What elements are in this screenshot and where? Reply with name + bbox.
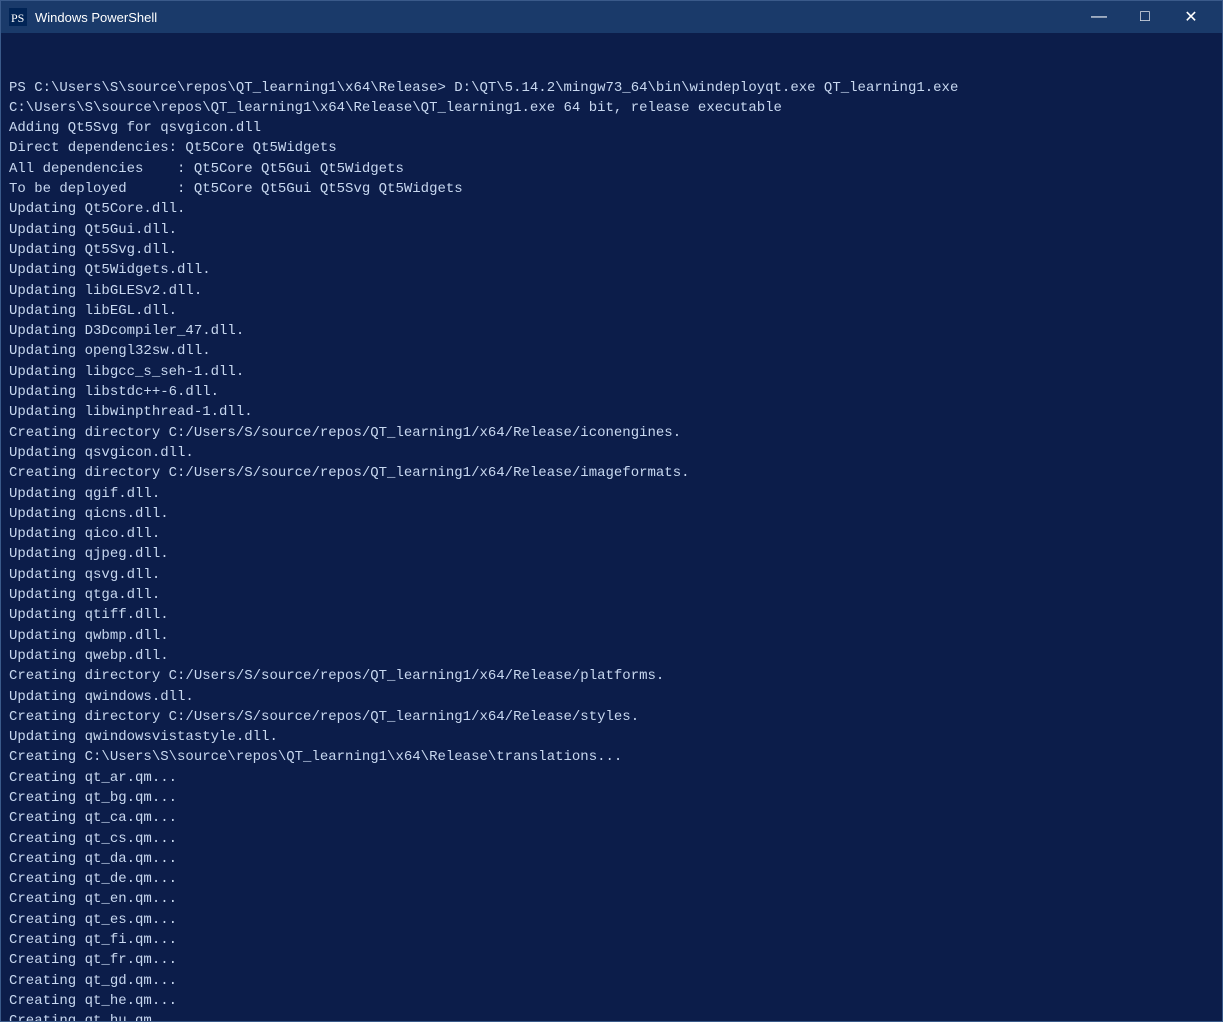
terminal-line: Creating directory C:/Users/S/source/rep… [9, 423, 1214, 443]
svg-text:PS: PS [11, 11, 24, 25]
terminal-line: Updating qsvg.dll. [9, 565, 1214, 585]
terminal-line: Creating qt_fr.qm... [9, 950, 1214, 970]
terminal-line: Creating qt_cs.qm... [9, 829, 1214, 849]
terminal-line: C:\Users\S\source\repos\QT_learning1\x64… [9, 98, 1214, 118]
terminal-line: Creating directory C:/Users/S/source/rep… [9, 463, 1214, 483]
window-controls: — □ ✕ [1076, 1, 1214, 33]
terminal-line: PS C:\Users\S\source\repos\QT_learning1\… [9, 78, 1214, 98]
close-button[interactable]: ✕ [1168, 1, 1214, 33]
terminal-line: Creating qt_ca.qm... [9, 808, 1214, 828]
terminal-line: Creating qt_ar.qm... [9, 768, 1214, 788]
terminal-line: Creating qt_bg.qm... [9, 788, 1214, 808]
powershell-window: PS Windows PowerShell — □ ✕ PS C:\Users\… [0, 0, 1223, 1022]
terminal-line: Updating libgcc_s_seh-1.dll. [9, 362, 1214, 382]
terminal-line: Updating qsvgicon.dll. [9, 443, 1214, 463]
terminal-line: Creating directory C:/Users/S/source/rep… [9, 666, 1214, 686]
terminal-line: Updating qtiff.dll. [9, 605, 1214, 625]
terminal-output[interactable]: PS C:\Users\S\source\repos\QT_learning1\… [1, 33, 1222, 1021]
terminal-line: Updating libstdc++-6.dll. [9, 382, 1214, 402]
terminal-line: Creating directory C:/Users/S/source/rep… [9, 707, 1214, 727]
terminal-line: Creating qt_he.qm... [9, 991, 1214, 1011]
terminal-line: Updating Qt5Core.dll. [9, 199, 1214, 219]
powershell-icon: PS [9, 8, 27, 26]
terminal-line: Updating qwindows.dll. [9, 687, 1214, 707]
terminal-line: Creating qt_es.qm... [9, 910, 1214, 930]
terminal-line: Direct dependencies: Qt5Core Qt5Widgets [9, 138, 1214, 158]
terminal-line: Updating qico.dll. [9, 524, 1214, 544]
terminal-line: Creating qt_gd.qm... [9, 971, 1214, 991]
terminal-line: Updating qjpeg.dll. [9, 544, 1214, 564]
terminal-line: Updating Qt5Svg.dll. [9, 240, 1214, 260]
terminal-line: Creating C:\Users\S\source\repos\QT_lear… [9, 747, 1214, 767]
title-bar: PS Windows PowerShell — □ ✕ [1, 1, 1222, 33]
terminal-line: Updating qwindowsvistastyle.dll. [9, 727, 1214, 747]
window-title: Windows PowerShell [35, 10, 1076, 25]
terminal-line: Updating qgif.dll. [9, 484, 1214, 504]
terminal-line: Creating qt_de.qm... [9, 869, 1214, 889]
terminal-line: Creating qt_en.qm... [9, 889, 1214, 909]
terminal-line: Updating qwebp.dll. [9, 646, 1214, 666]
terminal-line: Updating qtga.dll. [9, 585, 1214, 605]
terminal-line: Updating libEGL.dll. [9, 301, 1214, 321]
terminal-line: Updating qwbmp.dll. [9, 626, 1214, 646]
terminal-line: Updating qicns.dll. [9, 504, 1214, 524]
terminal-line: Updating libwinpthread-1.dll. [9, 402, 1214, 422]
minimize-button[interactable]: — [1076, 1, 1122, 33]
terminal-line: All dependencies : Qt5Core Qt5Gui Qt5Wid… [9, 159, 1214, 179]
maximize-button[interactable]: □ [1122, 1, 1168, 33]
terminal-line: Creating qt_fi.qm... [9, 930, 1214, 950]
terminal-line: Updating opengl32sw.dll. [9, 341, 1214, 361]
terminal-line: Updating libGLESv2.dll. [9, 281, 1214, 301]
terminal-line: Adding Qt5Svg for qsvgicon.dll [9, 118, 1214, 138]
terminal-line: Updating D3Dcompiler_47.dll. [9, 321, 1214, 341]
terminal-line: Updating Qt5Widgets.dll. [9, 260, 1214, 280]
terminal-line: To be deployed : Qt5Core Qt5Gui Qt5Svg Q… [9, 179, 1214, 199]
terminal-line: Creating qt_da.qm... [9, 849, 1214, 869]
terminal-line: Creating qt_hu.qm... [9, 1011, 1214, 1021]
terminal-line: Updating Qt5Gui.dll. [9, 220, 1214, 240]
